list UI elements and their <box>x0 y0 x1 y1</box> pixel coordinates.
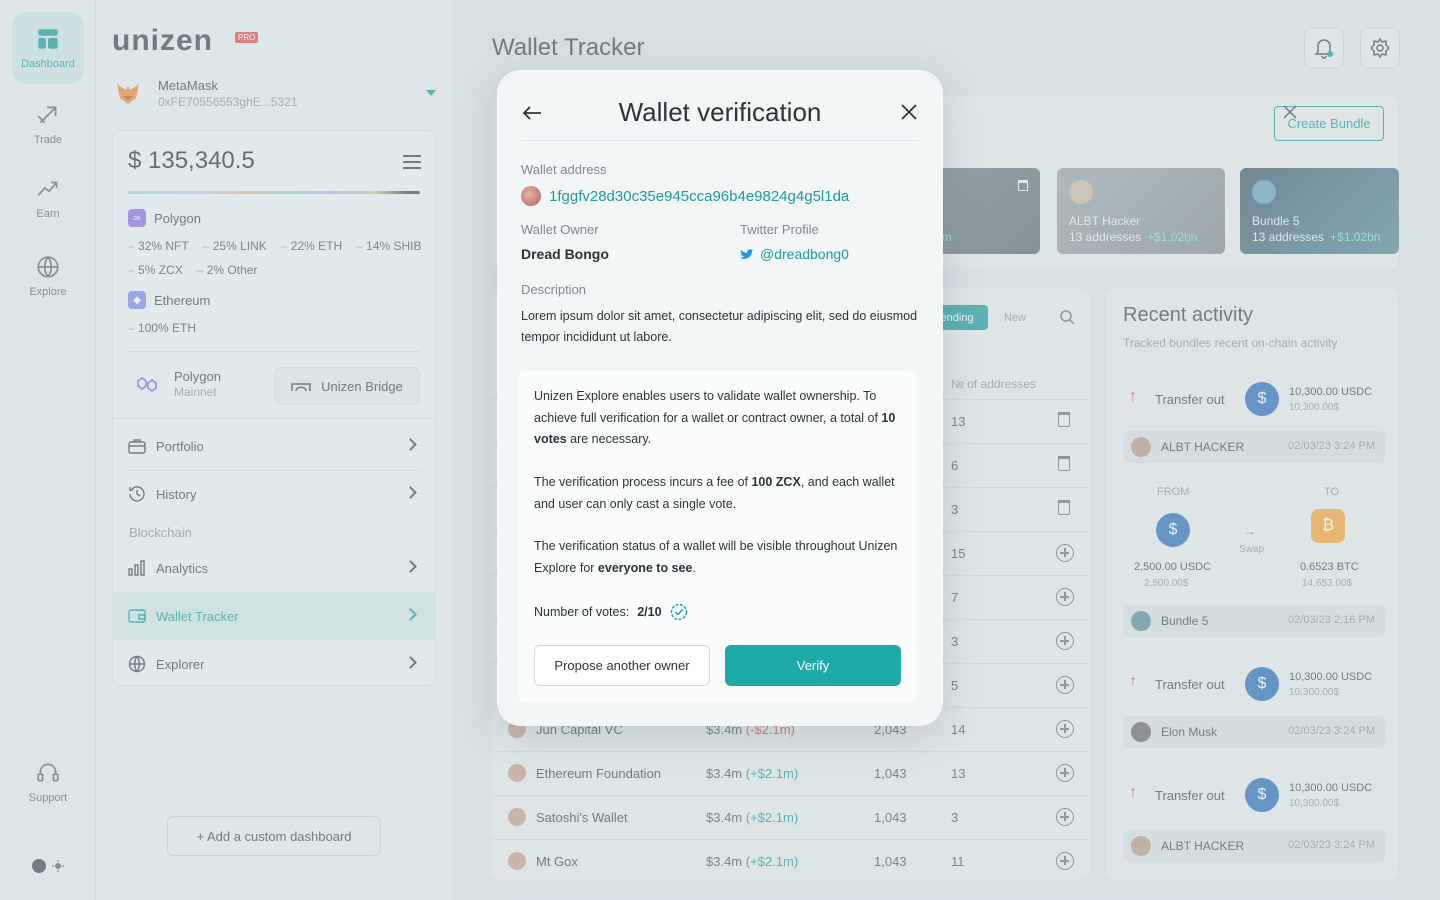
wallet-address-label: Wallet address <box>521 162 607 177</box>
twitter-handle: @dreadbong0 <box>760 246 849 262</box>
close-icon[interactable] <box>897 100 921 124</box>
info-text: The verification process incurs a fee of <box>534 475 752 489</box>
modal-title: Wallet verification <box>618 97 822 127</box>
description-text: Lorem ipsum dolor sit amet, consectetur … <box>521 309 918 344</box>
wallet-address-value: 1fggfv28d30c35e945cca96b4e9824g4g5l1da <box>549 187 850 205</box>
info-emphasis: 100 ZCX <box>751 475 801 489</box>
twitter-link[interactable]: @dreadbong0 <box>740 246 849 262</box>
info-emphasis: everyone to see <box>597 560 693 575</box>
info-paragraph: Unizen Explore enables users to validate… <box>534 386 902 451</box>
votes-count: Number of votes: 2/10 <box>534 603 688 621</box>
twitter-icon <box>740 249 754 259</box>
verification-info-box: Unizen Explore enables users to validate… <box>518 371 916 702</box>
wallet-address-link[interactable]: 1fggfv28d30c35e945cca96b4e9824g4g5l1da <box>521 186 849 206</box>
info-paragraph: The verification process incurs a fee of… <box>534 472 902 515</box>
wallet-verification-modal: Wallet verification Wallet address 1fggf… <box>497 70 943 726</box>
twitter-label: Twitter Profile <box>740 222 819 237</box>
wallet-avatar <box>521 186 541 206</box>
propose-owner-button[interactable]: Propose another owner <box>534 645 710 686</box>
description-label: Description <box>521 282 587 297</box>
verified-check-icon <box>670 603 687 621</box>
divider <box>521 140 919 141</box>
info-text: are necessary. <box>566 432 652 446</box>
votes-value: 2/10 <box>637 605 662 619</box>
votes-label: Number of votes: <box>534 605 630 619</box>
verify-button[interactable]: Verify <box>725 645 901 686</box>
info-text: . <box>692 560 696 575</box>
info-paragraph: The verification status of a wallet will… <box>534 536 902 579</box>
info-text: Unizen Explore enables users to validate… <box>534 389 882 425</box>
wallet-owner-label: Wallet Owner <box>521 222 599 237</box>
info-text: The verification status of a wallet will… <box>534 539 898 575</box>
wallet-owner-value: Dread Bongo <box>521 246 609 262</box>
